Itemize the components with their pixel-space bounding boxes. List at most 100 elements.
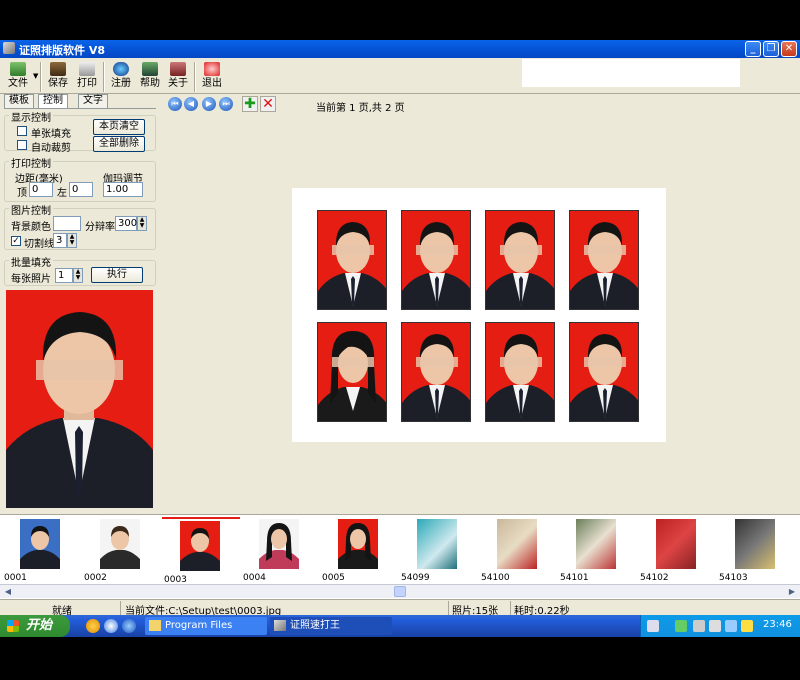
close-button[interactable]: ✕ [781,41,797,57]
thumbnail-label: 54102 [640,573,669,583]
prev-page-button[interactable]: ◀ [184,97,198,111]
execute-button[interactable]: 执行 [91,267,143,283]
cut-line-label: 切割线 [24,239,54,250]
print-button[interactable]: 打印 [73,62,101,92]
about-button[interactable]: 关于 [164,62,192,92]
thumbnail-label: 0004 [243,573,266,583]
network-icon[interactable] [675,620,687,632]
dpi-input[interactable]: 300 [115,216,137,231]
cut-line-checkbox[interactable]: ✓ [11,236,21,246]
thumbnail-item[interactable]: 54101 [558,517,636,585]
layout-photo[interactable] [569,210,639,310]
delete-all-button[interactable]: 全部删除 [93,136,145,152]
thumbnail-item-selected[interactable]: 0003 [162,517,240,585]
layout-photo[interactable] [401,322,471,422]
per-photo-stepper[interactable]: ▲ ▼ [73,268,83,283]
system-tray: 23:46 [640,615,800,637]
volume-icon[interactable] [709,620,721,632]
image-control-title: 图片控制 [9,202,53,217]
scroll-right-icon[interactable]: ▶ [786,586,798,598]
thumbnail-item[interactable]: 54100 [479,517,557,585]
thumbnail-item[interactable]: 0004 [241,517,319,585]
printer-icon [79,62,95,76]
image-control-group: 图片控制 背景颜色 分辩率 300 ▲ ▼ ✓ 切割线 3 ▲ ▼ [4,202,156,250]
exit-button[interactable]: 退出 [198,62,226,92]
file-dropdown-icon[interactable]: ▼ [33,72,38,80]
tab-control[interactable]: 控制 [38,94,68,109]
bg-color-picker[interactable] [53,216,81,231]
minimize-button[interactable]: _ [745,41,761,57]
layout-photo[interactable] [569,322,639,422]
shield-icon[interactable] [741,620,753,632]
clear-page-button[interactable]: 本页清空 [93,119,145,135]
layout-photo[interactable] [401,210,471,310]
thumbnail-label: 54103 [719,573,748,583]
photo-preview[interactable] [6,290,153,508]
start-button[interactable]: 开始 [0,615,70,637]
auto-crop-checkbox[interactable] [17,140,27,150]
about-icon [170,62,186,76]
bg-color-label: 背景颜色 [11,222,51,233]
thumbnail-label: 0001 [4,573,27,583]
preview-portrait [6,312,153,508]
app-icon [3,42,15,54]
taskbar: 开始 Program Files 证照速打王 23:46 [0,615,800,637]
gamma-input[interactable]: 1.00 [103,182,143,197]
quicklaunch-icon[interactable] [122,619,136,633]
taskbar-app[interactable]: 证照速打王 [270,617,392,635]
per-photo-input[interactable]: 1 [55,268,73,283]
thumbnail-image [20,519,60,569]
last-page-button[interactable]: ⏭ [219,97,233,111]
thumbnail-image [259,519,299,569]
next-page-button[interactable]: ▶ [202,97,216,111]
thumbnail-item[interactable]: 54102 [638,517,716,585]
delete-page-button[interactable]: ✕ [260,96,276,112]
left-margin-label: 左 [57,188,67,199]
scroll-left-icon[interactable]: ◀ [2,586,14,598]
cut-line-input[interactable]: 3 [53,233,67,248]
thumbnail-item[interactable]: 54103 [717,517,795,585]
monitor-icon[interactable] [693,620,705,632]
thumbnail-item[interactable]: 0005 [320,517,398,585]
register-button[interactable]: 注册 [107,62,135,92]
top-margin-input[interactable]: 0 [29,182,53,197]
save-button[interactable]: 保存 [44,62,72,92]
toolbar: 文件 ▼ 保存 打印 注册 帮助 关于 退出 [0,58,800,94]
print-control-group: 打印控制 边距(毫米) 顶 0 左 0 伽玛调节 1.00 [4,155,156,202]
dpi-stepper[interactable]: ▲ ▼ [137,216,147,231]
layout-photo[interactable] [485,322,555,422]
thumbnail-item[interactable]: 0002 [82,517,160,585]
tray-icon[interactable] [725,620,737,632]
quicklaunch-icon[interactable] [86,619,100,633]
help-button[interactable]: 帮助 [136,62,164,92]
file-button[interactable]: 文件 [4,62,32,92]
thumbnail-label: 0002 [84,573,107,583]
thumbnail-item[interactable]: 54099 [399,517,477,585]
layout-photo[interactable] [317,322,387,422]
thumbnail-image [656,519,696,569]
thumbnail-scrollbar[interactable]: ◀ ▶ [0,584,800,598]
single-fill-checkbox[interactable] [17,126,27,136]
layout-photo[interactable] [485,210,555,310]
taskbar-program-files[interactable]: Program Files [145,617,267,635]
left-panel: 模板 控制 文字 显示控制 单张填充 自动裁剪 本页清空 全部删除 打印控制 边… [0,94,160,514]
cut-line-stepper[interactable]: ▲ ▼ [67,233,77,248]
thumbnail-item[interactable]: 0001 [2,517,80,585]
print-paper [292,188,666,442]
scrollbar-thumb[interactable] [394,586,406,597]
add-page-button[interactable]: ✚ [242,96,258,112]
keyboard-icon[interactable] [647,620,659,632]
file-icon [10,62,26,76]
status-divider [510,601,511,615]
maximize-button[interactable]: ❐ [763,41,779,57]
tab-text[interactable]: 文字 [78,94,108,108]
layout-photo[interactable] [317,210,387,310]
thumbnail-label: 54101 [560,573,589,583]
tab-template[interactable]: 模板 [4,94,34,108]
batch-fill-group: 批量填充 每张照片 1 ▲ ▼ 执行 [4,254,156,286]
first-page-button[interactable]: ⏮ [168,97,182,111]
left-margin-input[interactable]: 0 [69,182,93,197]
quicklaunch-icon[interactable] [104,619,118,633]
exit-icon [204,62,220,76]
thumbnail-image [180,521,220,571]
